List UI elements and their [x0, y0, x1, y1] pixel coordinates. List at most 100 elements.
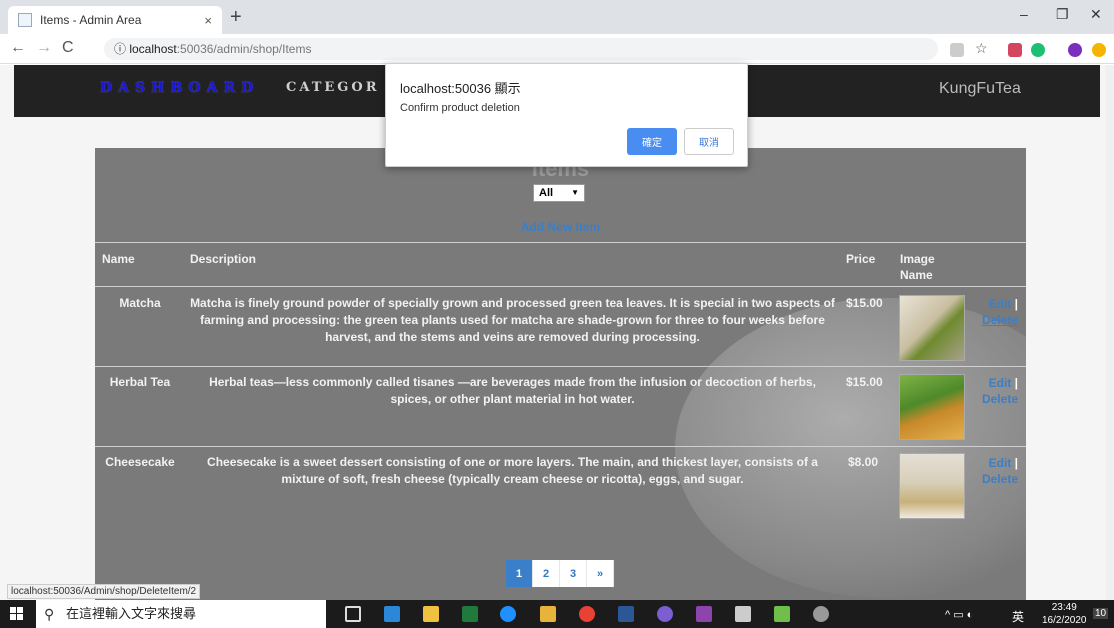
ok-button[interactable]: 確定	[627, 128, 677, 155]
add-new-item-link[interactable]: Add New Item	[95, 220, 1026, 234]
notepad-icon[interactable]	[774, 606, 790, 622]
column-header-description: Description	[190, 252, 257, 266]
update-alert-icon[interactable]	[1092, 43, 1106, 57]
edge-icon[interactable]	[500, 606, 516, 622]
restore-button[interactable]: ❐	[1056, 6, 1069, 23]
categories-link[interactable]: CATEGOR	[286, 80, 380, 95]
reload-icon[interactable]: C	[62, 39, 74, 57]
browser-toolbar: ← → C ⓘ localhost:50036/admin/shop/Items…	[0, 34, 1114, 64]
divider	[95, 366, 1026, 367]
pagination: 1 2 3 »	[506, 560, 614, 587]
divider	[95, 286, 1026, 287]
file-explorer-icon[interactable]	[540, 606, 556, 622]
info-icon[interactable]: ⓘ	[114, 42, 129, 56]
column-header-price: Price	[846, 252, 876, 266]
back-arrow-icon[interactable]: ←	[10, 39, 26, 57]
bookmark-star-icon[interactable]: ☆	[975, 40, 989, 56]
translate-icon[interactable]	[950, 43, 964, 57]
app-circle-icon[interactable]	[657, 606, 673, 622]
item-price: $15.00	[846, 296, 883, 310]
action-separator: |	[1011, 376, 1018, 390]
page-2-button[interactable]: 2	[533, 560, 560, 587]
browser-tab-strip: Items - Admin Area × + – ❐ ✕	[0, 0, 1114, 34]
windows-taskbar: ⚲ 在這裡輸入文字來搜尋 ^ ▭ ◐ 英 23:49 16/2/2020 10	[0, 600, 1114, 628]
windows-start-icon[interactable]	[10, 607, 24, 621]
app-l-icon[interactable]	[384, 606, 400, 622]
matcha-image	[899, 295, 965, 361]
dialog-message: Confirm product deletion	[400, 102, 520, 114]
visual-studio-icon[interactable]	[696, 606, 712, 622]
divider	[95, 446, 1026, 447]
cheesecake-image	[899, 453, 965, 519]
page-1-button[interactable]: 1	[506, 560, 533, 587]
search-icon: ⚲	[44, 606, 55, 622]
paint-icon[interactable]	[813, 606, 829, 622]
address-bar[interactable]: ⓘ localhost:50036/admin/shop/Items	[104, 38, 938, 60]
chevron-down-icon: ▼	[571, 188, 579, 197]
status-bar-url: localhost:50036/Admin/shop/DeleteItem/2	[7, 584, 201, 599]
browser-tab[interactable]: Items - Admin Area ×	[8, 6, 222, 34]
filter-value: All	[539, 187, 554, 199]
url-host: localhost	[129, 42, 177, 56]
forward-arrow-icon[interactable]: →	[36, 39, 52, 57]
store-name-link[interactable]: KungFuTea	[939, 80, 1021, 98]
search-placeholder: 在這裡輸入文字來搜尋	[66, 606, 197, 621]
dialog-title: localhost:50036 顯示	[400, 81, 521, 96]
item-name: Herbal Tea	[109, 375, 171, 389]
page-3-button[interactable]: 3	[560, 560, 587, 587]
next-page-button[interactable]: »	[587, 560, 614, 587]
chrome-icon[interactable]	[579, 606, 595, 622]
row-actions: Edit | Delete	[974, 455, 1018, 487]
grammarly-extension-icon[interactable]	[1031, 43, 1045, 57]
tab-close-icon[interactable]: ×	[204, 13, 212, 28]
herbal-tea-image	[899, 374, 965, 440]
pocket-extension-icon[interactable]	[1008, 43, 1022, 57]
edit-link[interactable]: Edit	[989, 376, 1012, 390]
column-header-image: Image Name	[900, 252, 935, 282]
item-price: $15.00	[846, 375, 883, 389]
confirm-dialog: localhost:50036 顯示 Confirm product delet…	[385, 63, 748, 167]
scrollbar[interactable]	[1106, 65, 1114, 600]
page-favicon-icon	[18, 13, 32, 27]
notification-center-icon[interactable]: 10	[1093, 608, 1109, 619]
clock-time: 23:49	[1051, 602, 1077, 613]
dashboard-link[interactable]: DASHBOARD	[100, 80, 259, 96]
taskbar-clock[interactable]: 23:49 16/2/2020	[1042, 601, 1087, 627]
photos-icon[interactable]	[735, 606, 751, 622]
delete-link[interactable]: Delete	[982, 313, 1018, 327]
item-description: Herbal teas—less commonly called tisanes…	[209, 375, 816, 406]
window-close-button[interactable]: ✕	[1090, 6, 1102, 23]
tray-icons[interactable]: ^ ▭ ◐	[945, 608, 973, 621]
minimize-button[interactable]: –	[1020, 6, 1028, 22]
edit-link[interactable]: Edit	[989, 297, 1012, 311]
delete-link[interactable]: Delete	[982, 472, 1018, 486]
item-price: $8.00	[848, 455, 879, 469]
item-description: Cheesecake is a sweet dessert consisting…	[207, 455, 818, 486]
category-filter-select[interactable]: All ▼	[533, 184, 585, 202]
item-name: Matcha	[119, 296, 161, 310]
delete-link[interactable]: Delete	[982, 392, 1018, 406]
clock-date: 16/2/2020	[1042, 615, 1087, 626]
action-separator: |	[1011, 456, 1018, 470]
row-actions: Edit | Delete	[974, 375, 1018, 407]
tab-title: Items - Admin Area	[40, 13, 142, 27]
task-view-icon[interactable]	[345, 606, 361, 622]
row-actions: Edit | Delete	[974, 296, 1018, 328]
item-name: Cheesecake	[105, 455, 175, 469]
taskbar-search-box[interactable]: ⚲ 在這裡輸入文字來搜尋	[36, 600, 326, 628]
item-description: Matcha is finely ground powder of specia…	[190, 296, 835, 344]
new-tab-button[interactable]: +	[230, 7, 242, 27]
ime-indicator[interactable]: 英	[1012, 608, 1024, 625]
word-icon[interactable]	[618, 606, 634, 622]
divider	[95, 242, 1026, 243]
excel-icon[interactable]	[462, 606, 478, 622]
column-header-name: Name	[102, 252, 135, 266]
cancel-button[interactable]: 取消	[684, 128, 734, 155]
edit-link[interactable]: Edit	[989, 456, 1012, 470]
profile-avatar-icon[interactable]	[1068, 43, 1082, 57]
items-panel: Items All ▼ Add New Item Name Descriptio…	[95, 148, 1026, 600]
url-path: :50036/admin/shop/Items	[176, 42, 312, 56]
action-separator: |	[1011, 297, 1018, 311]
store-icon[interactable]	[423, 606, 439, 622]
screen: Items - Admin Area × + – ❐ ✕ ← → C ⓘ loc…	[0, 0, 1114, 628]
